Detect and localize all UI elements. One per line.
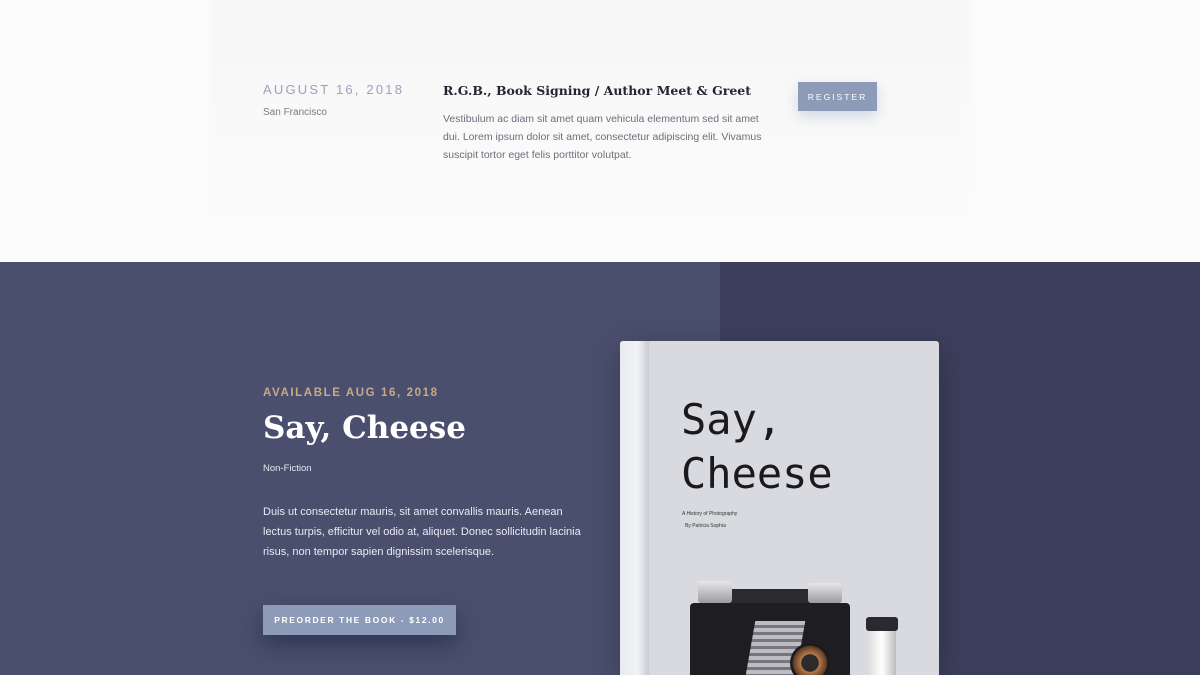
- cover-title: Say, Cheese: [681, 395, 833, 498]
- event-description: Vestibulum ac diam sit amet quam vehicul…: [443, 113, 762, 161]
- book-cover-image: Say, Cheese A History of Photography By …: [620, 341, 939, 675]
- event-location: San Francisco: [263, 107, 327, 118]
- register-button[interactable]: REGISTER: [798, 82, 877, 111]
- event-title: R.G.B., Book Signing / Author Meet & Gre…: [443, 83, 752, 98]
- book-spine: [620, 341, 649, 675]
- preorder-button[interactable]: PREORDER THE BOOK - $12.00: [263, 605, 456, 635]
- book-description: Duis ut consectetur mauris, sit amet con…: [263, 506, 581, 558]
- book-section: AVAILABLE AUG 16, 2018 Say, Cheese Non-F…: [0, 262, 1200, 675]
- film-roll-illustration: [866, 617, 898, 675]
- camera-illustration: [690, 581, 860, 675]
- cover-subtitle: A History of Photography: [682, 511, 738, 517]
- event-date: AUGUST 16, 2018: [263, 82, 405, 97]
- cover-author: By Patricia Sophia: [685, 523, 726, 529]
- availability-label: AVAILABLE AUG 16, 2018: [263, 387, 439, 399]
- book-title: Say, Cheese: [263, 410, 466, 446]
- event-section: AUGUST 16, 2018 San Francisco R.G.B., Bo…: [0, 0, 1200, 262]
- book-genre: Non-Fiction: [263, 463, 312, 474]
